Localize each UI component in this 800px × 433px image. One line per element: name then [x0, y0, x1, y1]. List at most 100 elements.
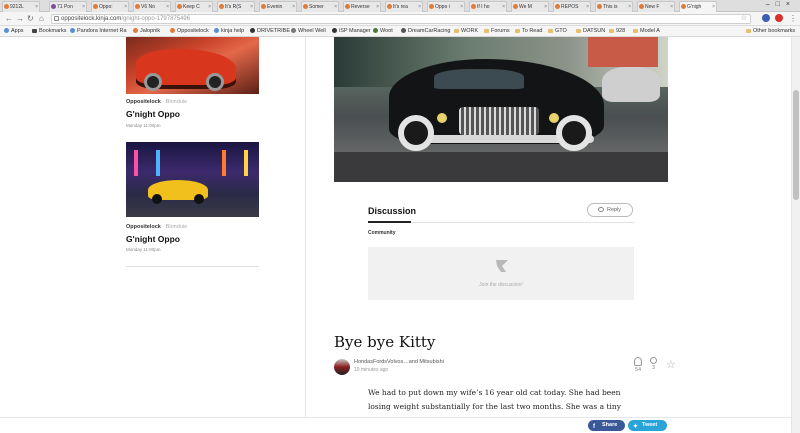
close-window-icon[interactable]: × — [786, 1, 796, 8]
neon-light — [222, 150, 226, 176]
post-author[interactable]: Oppositelock · Blonduie — [126, 224, 187, 230]
close-icon[interactable]: × — [418, 2, 421, 12]
site-icon — [681, 4, 686, 9]
browser-tab[interactable]: Keep C × — [175, 1, 213, 12]
article-hero-image — [334, 37, 668, 182]
post-title[interactable]: G'night Oppo — [126, 234, 180, 244]
article-title[interactable]: Bye bye Kitty — [334, 333, 435, 351]
close-icon[interactable]: × — [166, 2, 169, 12]
bookmark-item[interactable]: Bookmarks — [32, 26, 67, 36]
browser-tab[interactable]: 71 Pon × — [49, 1, 87, 12]
bookmark-folder[interactable]: 928 — [609, 26, 625, 36]
reply-button[interactable]: Reply — [587, 203, 633, 217]
close-icon[interactable]: × — [35, 2, 38, 12]
browser-tab[interactable]: We M × — [511, 1, 549, 12]
save-star-icon[interactable]: ☆ — [666, 358, 676, 371]
headlight — [437, 113, 447, 123]
reply-bubble-icon — [598, 207, 604, 212]
article-byline[interactable]: HondasFordsVolvos…and Mitsubishi — [354, 359, 444, 365]
close-icon[interactable]: × — [376, 2, 379, 12]
twitter-share-button[interactable]: ✦ Tweet — [628, 420, 667, 431]
url-field[interactable]: oppositelock.kinja.com/gnight-oppo-17978… — [51, 14, 751, 24]
scrollbar[interactable] — [791, 37, 800, 433]
post-thumbnail[interactable] — [126, 142, 259, 217]
bookmark-apps[interactable]: Apps — [4, 26, 24, 36]
browser-tab[interactable]: If I ho × — [469, 1, 507, 12]
bookmark-folder[interactable]: DATSUN — [576, 26, 605, 36]
close-icon[interactable]: × — [208, 2, 211, 12]
close-icon[interactable]: × — [292, 2, 295, 12]
close-icon[interactable]: × — [334, 2, 337, 12]
back-icon[interactable]: ← — [5, 14, 13, 24]
bookmark-folder[interactable]: WORK — [454, 26, 478, 36]
post-author[interactable]: Oppositelock · Blonduie — [126, 99, 187, 105]
close-icon[interactable]: × — [712, 2, 715, 12]
like-counter[interactable]: 54 — [634, 357, 642, 373]
bookmark-item[interactable]: Jalopnik — [133, 26, 160, 36]
browser-tab[interactable]: Somer × — [301, 1, 339, 12]
bookmark-folder[interactable]: Model A — [633, 26, 660, 36]
neon-light — [156, 150, 160, 176]
bookmark-item[interactable]: Woot — [373, 26, 393, 36]
bookmark-item[interactable]: Pandora Internet Ra — [70, 26, 127, 36]
article-time[interactable]: 19 minutes ago — [354, 367, 388, 373]
main-column: Discussion Reply Community Join the disc… — [305, 37, 791, 433]
maximize-icon[interactable]: □ — [776, 1, 786, 8]
close-icon[interactable]: × — [670, 2, 673, 12]
bookmark-star-icon[interactable]: ☆ — [741, 15, 747, 23]
bookmark-folder[interactable]: GTO — [548, 26, 567, 36]
close-icon[interactable]: × — [82, 2, 85, 12]
post-title[interactable]: G'night Oppo — [126, 109, 180, 119]
bookmark-folder[interactable]: To Read — [515, 26, 543, 36]
browser-tab[interactable]: New F × — [637, 1, 675, 12]
bookmark-folder[interactable]: Other bookmarks — [746, 26, 795, 36]
avatar[interactable] — [334, 359, 350, 375]
browser-tab[interactable]: This is × — [595, 1, 633, 12]
browser-tab[interactable]: Evenin × — [259, 1, 297, 12]
car-windshield — [434, 69, 524, 89]
browser-tab[interactable]: Reverse × — [343, 1, 381, 12]
scrollbar-thumb[interactable] — [793, 90, 799, 200]
close-icon[interactable]: × — [124, 2, 127, 12]
close-icon[interactable]: × — [502, 2, 505, 12]
window-controls[interactable]: –□× — [766, 1, 796, 8]
browser-tab[interactable]: Oppo: × — [91, 1, 129, 12]
menu-icon[interactable]: ⋮ — [789, 14, 797, 24]
close-icon[interactable]: × — [460, 2, 463, 12]
browser-tab[interactable]: It's rea × — [385, 1, 423, 12]
close-icon[interactable]: × — [586, 2, 589, 12]
bookmark-folder[interactable]: Forums — [484, 26, 510, 36]
extension-icon[interactable] — [762, 14, 770, 22]
minimize-icon[interactable]: – — [766, 1, 776, 8]
post-thumbnail[interactable] — [126, 37, 259, 94]
folder-icon — [746, 29, 751, 33]
bookmark-item[interactable]: DreamCarRacing — [401, 26, 451, 36]
forward-icon[interactable]: → — [16, 14, 24, 24]
join-discussion-box[interactable]: Join the discussion! — [368, 247, 634, 300]
page-info-icon[interactable] — [54, 16, 59, 21]
bookmarks-bar: Apps Bookmarks Pandora Internet Ra Jalop… — [0, 26, 800, 37]
bookmark-item[interactable]: iSP Manager — [332, 26, 371, 36]
browser-tab[interactable]: 9212L × — [2, 1, 40, 12]
pavement — [334, 152, 668, 182]
facebook-share-button[interactable]: f Share — [588, 420, 625, 431]
close-icon[interactable]: × — [544, 2, 547, 12]
extension-icon[interactable] — [775, 14, 783, 22]
browser-tab[interactable]: Oppo i × — [427, 1, 465, 12]
browser-tab[interactable]: REPOS × — [553, 1, 591, 12]
close-icon[interactable]: × — [250, 2, 253, 12]
bookmark-item[interactable]: DRIVETRIBE — [250, 26, 290, 36]
close-icon[interactable]: × — [628, 2, 631, 12]
browser-tab[interactable]: V6 No × — [133, 1, 171, 12]
site-icon — [555, 4, 560, 9]
home-icon[interactable]: ⌂ — [39, 14, 44, 24]
bookmark-item[interactable]: Wheel Well — [291, 26, 326, 36]
bookmark-item[interactable]: kinja help — [214, 26, 244, 36]
bookmark-item[interactable]: Oppositelock — [170, 26, 209, 36]
site-icon — [345, 4, 350, 9]
background-car — [602, 67, 660, 102]
community-label[interactable]: Community — [368, 230, 396, 236]
reload-icon[interactable]: ↻ — [27, 14, 34, 24]
reply-counter[interactable]: 3 — [650, 357, 657, 371]
browser-tab[interactable]: It's R(S × — [217, 1, 255, 12]
